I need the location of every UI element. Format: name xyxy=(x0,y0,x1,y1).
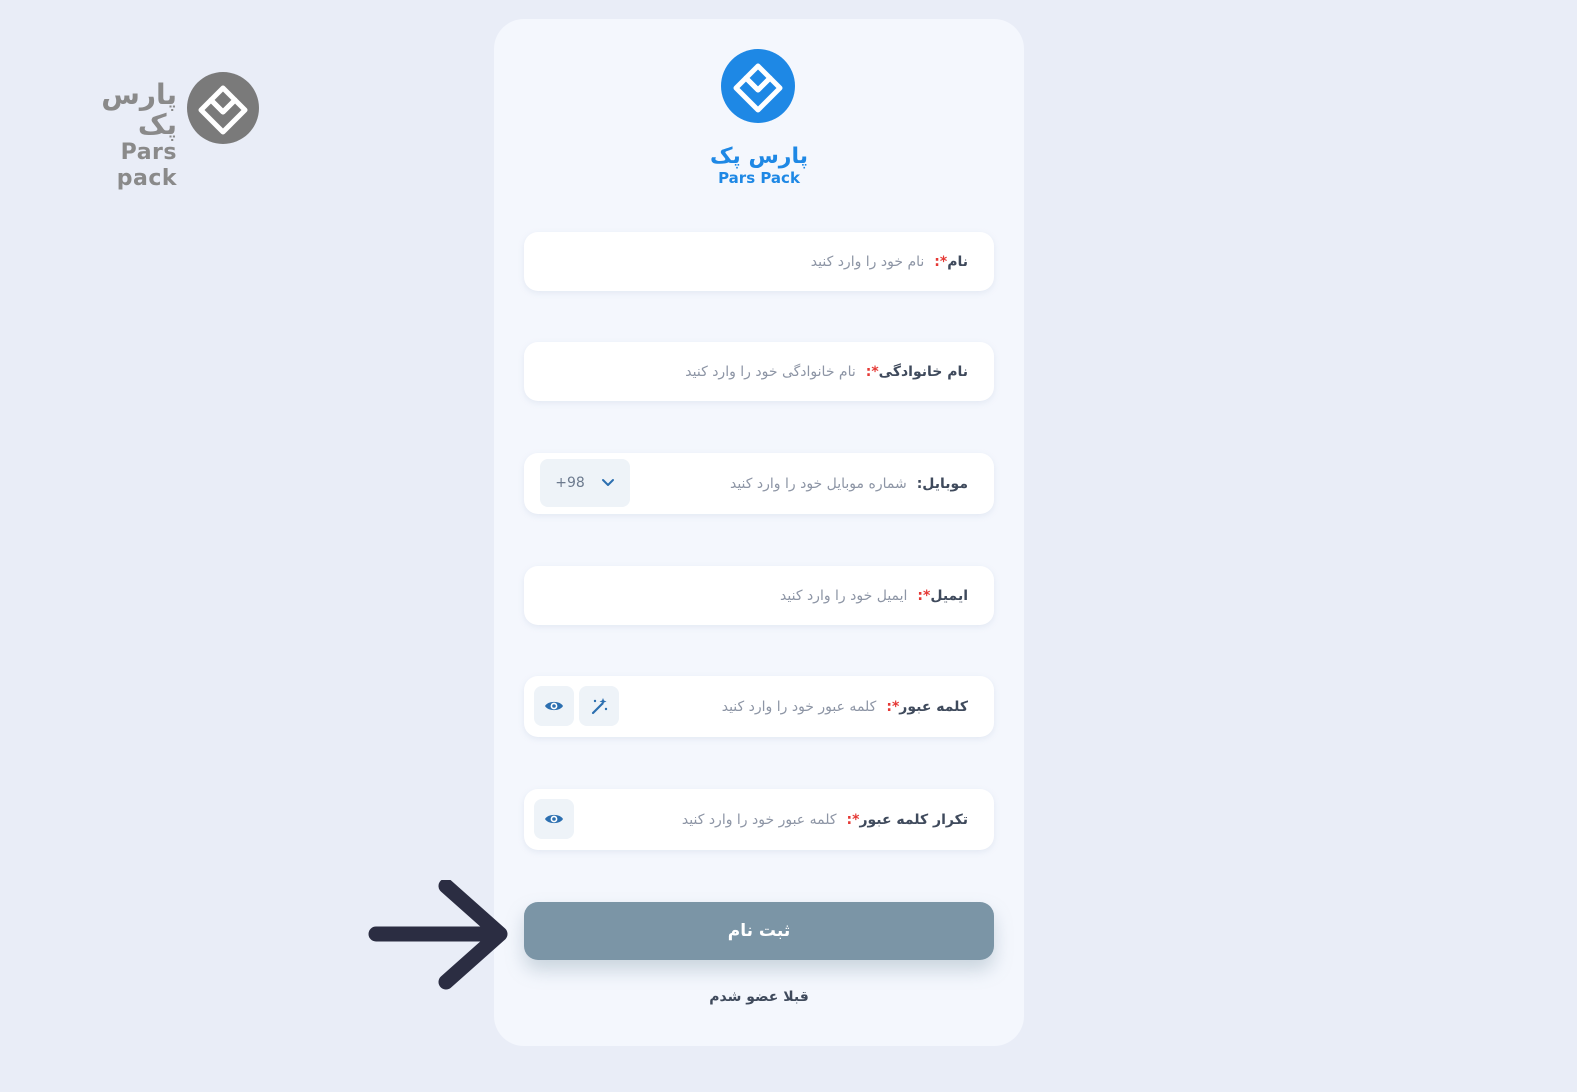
required-star: *: xyxy=(934,253,948,270)
last-name-label-group: نام خانوادگی*: xyxy=(866,364,968,380)
already-member-link[interactable]: قبلا عضو شدم xyxy=(494,989,1024,1005)
watermark-text: پارس پک Pars pack xyxy=(62,80,177,192)
first-name-placeholder: نام خود را وارد کنید xyxy=(810,253,925,270)
first-name-field[interactable]: نام*: نام خود را وارد کنید xyxy=(524,232,994,291)
country-code-select[interactable]: +98 xyxy=(540,459,630,507)
magic-wand-icon xyxy=(591,698,608,715)
required-star: *: xyxy=(865,363,879,380)
email-field[interactable]: ایمیل*: ایمیل خود را وارد کنید xyxy=(524,566,994,625)
password-label-group: کلمه عبور*: xyxy=(886,699,968,715)
last-name-placeholder: نام خانوادگی خود را وارد کنید xyxy=(685,363,856,380)
password-repeat-label: تکرار کلمه عبور xyxy=(859,811,968,828)
password-field[interactable]: کلمه عبور*: کلمه عبور خود را وارد کنید xyxy=(524,676,994,737)
eye-icon xyxy=(545,701,563,711)
required-star: *: xyxy=(846,811,860,828)
password-label: کلمه عبور xyxy=(899,698,968,715)
password-label-wrap: کلمه عبور*: کلمه عبور خود را وارد کنید xyxy=(722,676,968,737)
mobile-label: موبایل: xyxy=(916,475,968,492)
email-label-wrap: ایمیل*: ایمیل خود را وارد کنید xyxy=(780,566,968,625)
register-submit-button[interactable]: ثبت نام xyxy=(524,902,994,960)
required-star: *: xyxy=(917,587,931,604)
last-name-label: نام خانوادگی xyxy=(878,363,968,380)
arrow-right-icon xyxy=(368,880,508,990)
watermark-logo-icon xyxy=(187,72,259,144)
toggle-password-repeat-visibility-button[interactable] xyxy=(534,799,574,839)
chevron-down-icon xyxy=(601,479,614,486)
password-repeat-label-group: تکرار کلمه عبور*: xyxy=(847,812,968,828)
password-repeat-placeholder: کلمه عبور خود را وارد کنید xyxy=(681,811,837,828)
toggle-password-visibility-button[interactable] xyxy=(534,686,574,726)
first-name-label-wrap: نام*: نام خود را وارد کنید xyxy=(811,232,968,291)
watermark-brand-en: Pars pack xyxy=(116,140,177,191)
email-placeholder: ایمیل خود را وارد کنید xyxy=(780,587,908,604)
logo-brand-en: Pars Pack xyxy=(718,169,800,187)
generate-password-button[interactable] xyxy=(579,686,619,726)
logo-wordmark: پارس پک Pars Pack xyxy=(694,144,824,186)
password-placeholder: کلمه عبور خود را وارد کنید xyxy=(721,698,877,715)
last-name-label-wrap: نام خانوادگی*: نام خانوادگی خود را وارد … xyxy=(685,342,968,401)
first-name-label-group: نام*: xyxy=(934,254,968,270)
password-repeat-field[interactable]: تکرار کلمه عبور*: کلمه عبور خود را وارد … xyxy=(524,789,994,850)
mobile-label-wrap: موبایل: شماره موبایل خود را وارد کنید xyxy=(730,453,968,514)
first-name-label: نام xyxy=(947,253,968,270)
parspack-logo-icon xyxy=(721,49,795,123)
mobile-placeholder: شماره موبایل خود را وارد کنید xyxy=(729,475,907,492)
mobile-field[interactable]: موبایل: شماره موبایل خود را وارد کنید +9… xyxy=(524,453,994,514)
eye-icon xyxy=(545,814,563,824)
last-name-field[interactable]: نام خانوادگی*: نام خانوادگی خود را وارد … xyxy=(524,342,994,401)
register-card: پارس پک Pars Pack نام*: نام خود را وارد … xyxy=(494,19,1024,1046)
required-star: *: xyxy=(886,698,900,715)
watermark-brand-fa: پارس پک xyxy=(101,78,177,141)
email-label: ایمیل xyxy=(930,587,968,604)
watermark-brand: پارس پک Pars pack xyxy=(62,72,262,191)
logo-brand-fa: پارس پک xyxy=(710,144,808,169)
country-code-value: +98 xyxy=(555,475,585,491)
password-repeat-label-wrap: تکرار کلمه عبور*: کلمه عبور خود را وارد … xyxy=(682,789,968,850)
email-label-group: ایمیل*: xyxy=(917,588,968,604)
